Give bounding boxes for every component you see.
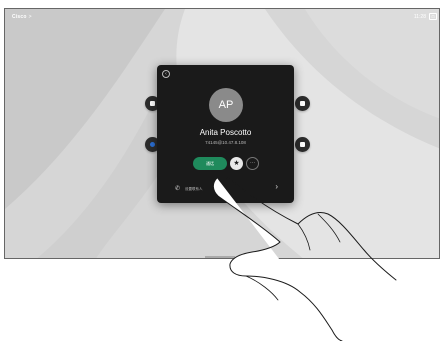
- chevron-right-icon[interactable]: ›: [275, 182, 278, 191]
- icon-right-top[interactable]: [295, 96, 310, 111]
- device-name: Cisco: [12, 14, 27, 20]
- phone-icon: ✆: [175, 186, 181, 192]
- avatar: AP: [209, 88, 243, 122]
- icon-right-bottom[interactable]: [295, 137, 310, 152]
- edit-contact-label[interactable]: 设置联系人: [185, 187, 203, 192]
- contact-address: 74145@10.47.8.108: [205, 140, 246, 145]
- contact-card: ‹ AP Anita Poscotto 74145@10.47.8.108 通话…: [157, 65, 294, 203]
- chevron-right-icon: >: [28, 14, 32, 20]
- self-view-icon[interactable]: ⊡: [429, 13, 437, 20]
- device-label[interactable]: Cisco >: [12, 14, 32, 20]
- page: Cisco > 11:28 ⊡ ‹ AP Anita Poscotto 74145…: [0, 0, 442, 341]
- more-options-icon[interactable]: ···: [246, 157, 259, 170]
- webex-icon: [150, 142, 155, 147]
- call-button[interactable]: 通话: [193, 157, 227, 170]
- chevron-left-icon[interactable]: ‹: [162, 70, 170, 78]
- contact-name: Anita Poscotto: [199, 128, 252, 137]
- favorite-star-icon[interactable]: ★: [230, 157, 243, 170]
- square-icon: [150, 101, 155, 106]
- tray-icon: [300, 101, 305, 106]
- clock: 11:28: [413, 14, 426, 20]
- screen-icon: [300, 142, 305, 147]
- home-indicator[interactable]: [205, 256, 235, 258]
